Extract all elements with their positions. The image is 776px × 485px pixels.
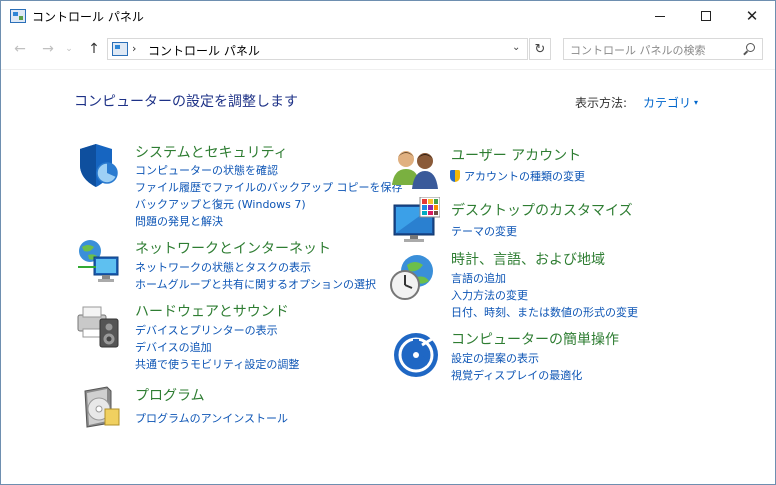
search-icon[interactable] [742,43,756,57]
close-button[interactable]: ✕ [729,1,775,31]
programs-disc-icon[interactable] [79,383,127,431]
category-title-clock-language-region[interactable]: 時計、言語、および地域 [451,249,605,269]
link-change-account-type[interactable]: アカウントの種類の変更 [450,168,585,184]
up-button[interactable]: ↑ [83,38,105,60]
category-title-ease-of-access[interactable]: コンピューターの簡単操作 [451,329,619,349]
search-placeholder: コントロール パネルの検索 [570,44,706,57]
link-devices-printers[interactable]: デバイスとプリンターの表示 [135,322,278,338]
uac-shield-icon [450,170,460,182]
category-title-system-security[interactable]: システムとセキュリティ [135,142,288,162]
search-input[interactable]: コントロール パネルの検索 [563,38,763,60]
monitor-palette-icon[interactable] [392,197,440,245]
close-icon: ✕ [745,6,759,25]
view-by-label: 表示方法: [575,96,628,110]
link-backup-restore[interactable]: バックアップと復元 (Windows 7) [135,196,306,212]
link-optimize-display[interactable]: 視覚ディスプレイの最適化 [451,367,582,383]
refresh-button[interactable]: ↻ [529,38,551,60]
ease-of-access-icon[interactable] [392,331,440,379]
clock-globe-icon[interactable] [389,253,437,301]
link-mobility-settings[interactable]: 共通で使うモビリティ設定の調整 [135,356,299,372]
link-homegroup-sharing[interactable]: ホームグループと共有に関するオプションの選択 [135,276,376,292]
view-by-dropdown[interactable]: カテゴリ ▾ [643,94,698,111]
link-file-history[interactable]: ファイル履歴でファイルのバックアップ コピーを保存 [135,179,403,195]
window-title: コントロール パネル [32,10,144,24]
address-bar[interactable]: › コントロール パネル › ⌄ [107,38,528,60]
category-title-programs[interactable]: プログラム [135,385,205,405]
link-uninstall-program[interactable]: プログラムのアンインストール [135,410,288,426]
chevron-down-icon[interactable]: ⌄ [512,42,520,53]
users-icon[interactable] [392,145,440,193]
forward-button[interactable]: → [37,38,59,60]
maximize-button[interactable] [683,1,729,31]
link-add-language[interactable]: 言語の追加 [451,270,506,286]
link-change-account-type-label: アカウントの種類の変更 [464,170,585,183]
back-button[interactable]: ← [9,38,31,60]
maximize-icon [701,11,711,21]
link-change-theme[interactable]: テーマの変更 [451,223,517,239]
breadcrumb-control-panel[interactable]: コントロール パネル [148,42,260,59]
view-by-value: カテゴリ [643,96,692,110]
link-network-status[interactable]: ネットワークの状態とタスクの表示 [135,259,311,275]
printer-speaker-icon[interactable] [74,301,122,349]
navigation-bar: ← → ⌄ ↑ › コントロール パネル › ⌄ ↻ コントロール パネルの検索 [1,35,775,63]
minimize-icon [655,15,665,17]
chevron-right-icon[interactable]: › [132,42,136,55]
control-panel-icon [112,42,128,56]
control-panel-window: コントロール パネル ✕ ← → ⌄ ↑ › コントロール パネル › ⌄ ↻ … [0,0,776,485]
category-title-hardware-sound[interactable]: ハードウェアとサウンド [135,301,289,321]
title-bar[interactable]: コントロール パネル ✕ [1,1,775,31]
caret-down-icon: ▾ [694,98,699,107]
minimize-button[interactable] [637,1,683,31]
page-heading: コンピューターの設定を調整します [74,94,298,110]
security-shield-icon[interactable] [74,141,122,189]
link-troubleshoot[interactable]: 問題の発見と解決 [135,213,223,229]
category-title-user-accounts[interactable]: ユーザー アカウント [451,145,581,165]
chevron-right-icon[interactable]: › [238,42,242,55]
link-add-device[interactable]: デバイスの追加 [135,339,212,355]
category-title-network-internet[interactable]: ネットワークとインターネット [135,238,331,258]
link-suggested-settings[interactable]: 設定の提案の表示 [451,350,539,366]
category-title-desktop-customize[interactable]: デスクトップのカスタマイズ [451,200,633,220]
link-change-date-time-format[interactable]: 日付、時刻、または数値の形式の変更 [451,304,638,320]
control-panel-icon [10,9,26,23]
recent-locations-button[interactable]: ⌄ [63,38,75,60]
divider [1,69,775,70]
link-change-input-method[interactable]: 入力方法の変更 [451,287,528,303]
network-globe-icon[interactable] [74,237,122,285]
link-check-status[interactable]: コンピューターの状態を確認 [135,162,278,178]
